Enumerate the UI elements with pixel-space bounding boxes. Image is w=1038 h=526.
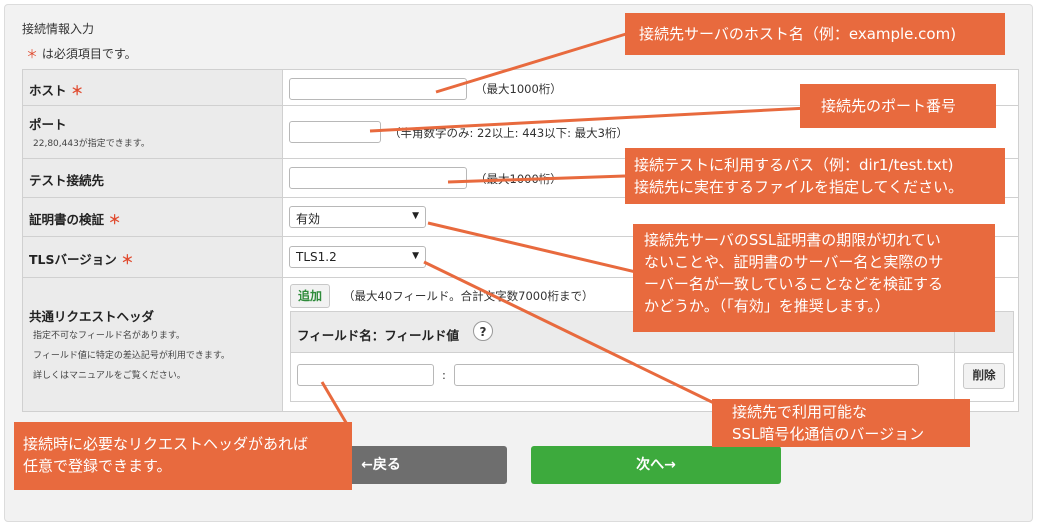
help-icon[interactable]: ? [473, 321, 493, 341]
port-label: ポート [29, 117, 67, 132]
test-path-hint: （最大1000桁） [475, 172, 562, 186]
chevron-down-icon: ▼ [412, 251, 419, 261]
label-cell: TLSバージョン ＊ [23, 237, 283, 277]
callout-headers-line-1: 接続時に必要なリクエストヘッダがあれば [23, 435, 309, 453]
port-input[interactable] [289, 121, 381, 143]
callout-cert: 接続先サーバのSSL証明書の期限が切れてい ないことや、証明書のサーバー名と実際… [633, 224, 995, 332]
callout-headers: 接続時に必要なリクエストヘッダがあれば 任意で登録できます。 [14, 422, 352, 490]
callout-cert-line-4: かどうか。（「有効」を推奨します。） [644, 297, 890, 315]
host-hint: （最大1000桁） [475, 82, 562, 96]
label-cell: ポート 22,80,443が指定できます。 [23, 106, 283, 158]
callout-cert-line-2: ないことや、証明書のサーバー名と実際のサ [644, 253, 944, 271]
callout-test-path: 接続テストに利用するパス（例：dir1/test.txt) 接続先に実在するファ… [625, 148, 1005, 204]
headers-note-3: 詳しくはマニュアルをご覧ください。 [33, 371, 186, 381]
required-note: ＊ は必須項目です。 [26, 45, 137, 62]
section-title: 接続情報入力 [22, 22, 95, 36]
headers-limit-hint: （最大40フィールド。合計文字数7000桁まで） [343, 289, 594, 303]
callout-test-path-line-1: 接続テストに利用するパス（例：dir1/test.txt) [634, 156, 954, 174]
cert-select-value: 有効 [296, 212, 321, 226]
column-header: フィールド名：フィールド値 [297, 328, 460, 343]
label-cell: 共通リクエストヘッダ 指定不可なフィールド名があります。 フィールド値に特定の差… [23, 278, 283, 411]
callout-tls-line-1: 接続先で利用可能な [732, 403, 868, 421]
field-separator: : [442, 368, 446, 382]
callout-cert-line-3: ーバー名が一致していることなどを検証する [644, 275, 943, 293]
tls-select-value: TLS1.2 [296, 250, 337, 264]
callout-tls-line-2: SSL暗号化通信のバージョン [732, 425, 925, 443]
tls-select[interactable]: TLS1.2 ▼ [289, 246, 426, 268]
next-button[interactable]: 次へ→ [531, 446, 781, 484]
headers-note-2: フィールド値に特定の差込記号が利用できます。 [33, 351, 230, 361]
callout-host: 接続先サーバのホスト名（例：example.com) [625, 13, 1005, 55]
callout-port: 接続先のポート番号 [800, 84, 996, 128]
cert-label: 証明書の検証 ＊ [29, 212, 121, 227]
label-cell: ホスト ＊ [23, 70, 283, 105]
callout-headers-line-2: 任意で登録できます。 [23, 457, 172, 475]
required-mark: ＊ [26, 47, 39, 61]
label-cell: 証明書の検証 ＊ [23, 198, 283, 236]
test-path-input[interactable] [289, 167, 467, 189]
add-field-button[interactable]: 追加 [290, 284, 330, 308]
port-hint: （半角数字のみ: 22以上: 443以下: 最大3桁） [389, 126, 628, 140]
chevron-down-icon: ▼ [412, 211, 419, 221]
label-cell: テスト接続先 [23, 159, 283, 197]
host-label: ホスト ＊ [29, 83, 84, 98]
field-name-input[interactable] [297, 364, 434, 386]
delete-field-button[interactable]: 削除 [963, 363, 1005, 389]
callout-port-text: 接続先のポート番号 [821, 97, 957, 115]
test-path-label: テスト接続先 [29, 173, 105, 188]
required-note-text: は必須項目です。 [41, 47, 137, 61]
callout-tls: 接続先で利用可能な SSL暗号化通信のバージョン [712, 399, 970, 447]
field-value-input[interactable] [454, 364, 919, 386]
callout-host-text: 接続先サーバのホスト名（例：example.com) [639, 25, 957, 43]
tls-label: TLSバージョン ＊ [29, 252, 134, 267]
headers-note-1: 指定不可なフィールド名があります。 [33, 331, 185, 341]
callout-test-path-line-2: 接続先に実在するファイルを指定してください。 [634, 178, 964, 196]
host-input[interactable] [289, 78, 467, 100]
callout-cert-line-1: 接続先サーバのSSL証明書の期限が切れてい [644, 231, 941, 249]
headers-label: 共通リクエストヘッダ [29, 309, 155, 324]
cert-select[interactable]: 有効 ▼ [289, 206, 426, 228]
port-sub: 22,80,443が指定できます。 [33, 139, 150, 149]
